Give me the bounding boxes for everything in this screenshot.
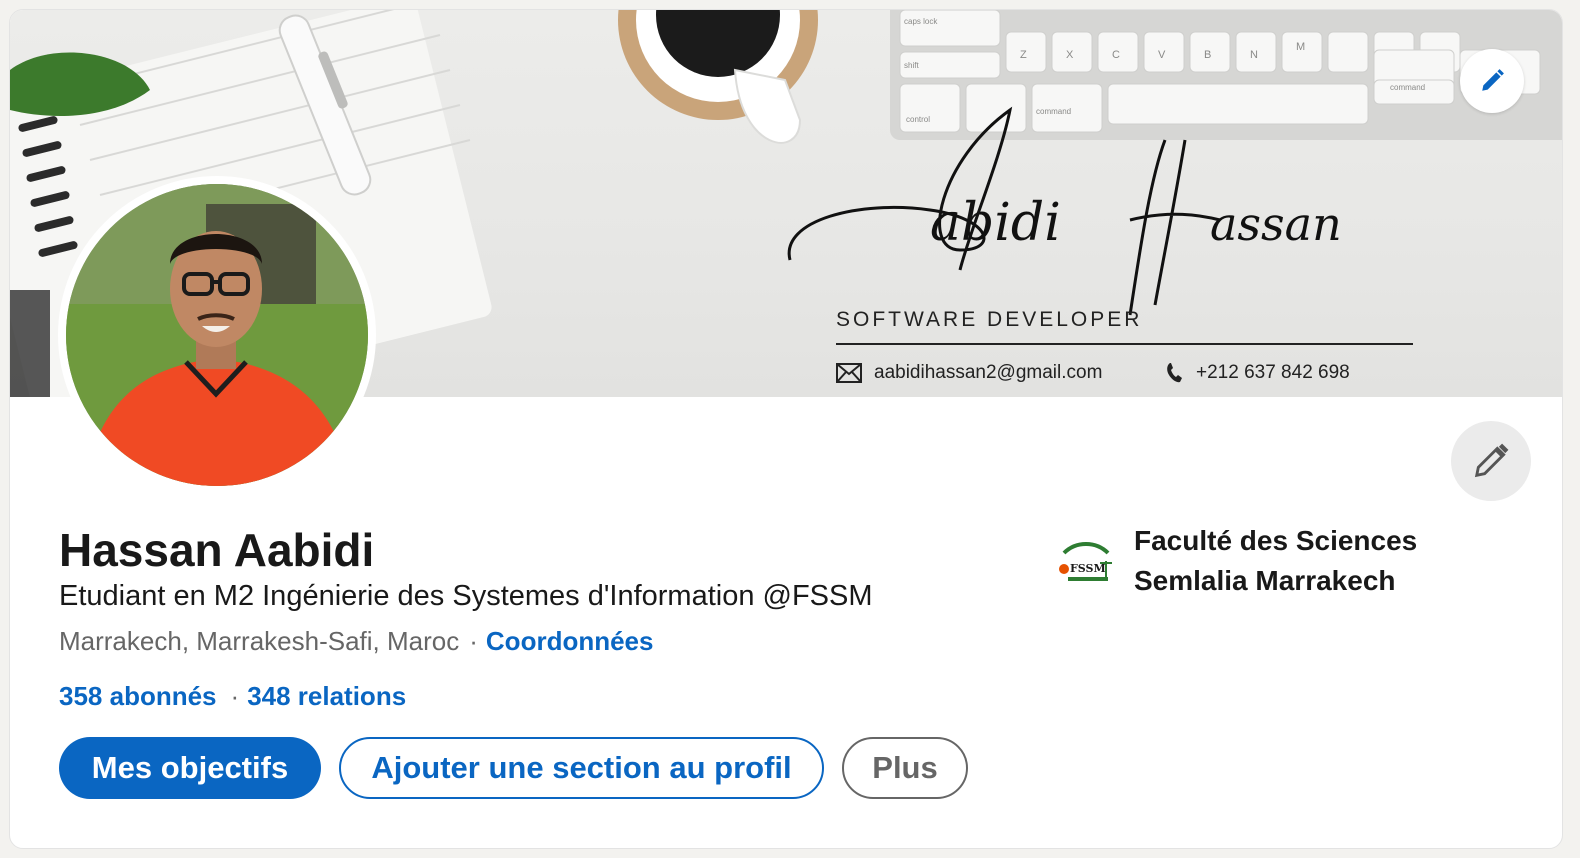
pencil-icon <box>1482 69 1504 91</box>
banner-role-text: SOFTWARE DEVELOPER <box>836 308 1143 331</box>
more-button[interactable]: Plus <box>842 737 968 799</box>
education-link[interactable]: FSSM Faculté des Sciences Semlalia Marra… <box>1056 521 1417 601</box>
profile-card: ZXC VBN M caps lock shift control comman… <box>9 9 1563 849</box>
svg-text:N: N <box>1250 49 1258 61</box>
svg-text:assan: assan <box>1210 197 1342 251</box>
network-row: 358 abonnés · 348 relations <box>59 681 406 712</box>
location-row: Marrakech, Marrakesh-Safi, Maroc · Coord… <box>59 626 653 657</box>
add-profile-section-button[interactable]: Ajouter une section au profil <box>339 737 824 799</box>
separator-dot: · <box>230 681 240 711</box>
svg-text:shift: shift <box>904 61 919 70</box>
connections-link[interactable]: 348 relations <box>247 681 406 712</box>
phone-icon <box>1167 363 1182 383</box>
banner-email-text: aabidihassan2@gmail.com <box>874 362 1103 383</box>
banner-email: aabidihassan2@gmail.com <box>836 362 1102 384</box>
svg-text:X: X <box>1066 49 1074 61</box>
education-text: Faculté des Sciences Semlalia Marrakech <box>1134 521 1417 601</box>
svg-text:caps lock: caps lock <box>904 17 938 26</box>
followers-link[interactable]: 358 abonnés <box>59 681 217 712</box>
profile-actions: Mes objectifs Ajouter une section au pro… <box>59 737 968 799</box>
edit-banner-button[interactable] <box>1460 49 1524 113</box>
banner-phone-text: +212 637 842 698 <box>1196 362 1350 383</box>
banner-phone: +212 637 842 698 <box>1166 362 1350 384</box>
profile-location: Marrakech, Marrakesh-Safi, Maroc <box>59 626 460 656</box>
signature-logo: abidi assan <box>787 106 1342 316</box>
open-to-button[interactable]: Mes objectifs <box>59 737 321 799</box>
pencil-icon <box>1474 443 1509 478</box>
envelope-icon <box>836 363 862 383</box>
fssm-logo: FSSM <box>1059 542 1112 581</box>
svg-text:abidi: abidi <box>930 193 1061 253</box>
avatar-image <box>66 184 368 486</box>
svg-text:M: M <box>1296 41 1305 53</box>
profile-name: Hassan Aabidi <box>59 524 375 576</box>
separator-dot: · <box>469 626 478 656</box>
svg-text:C: C <box>1112 49 1120 61</box>
education-line-2: Semlalia Marrakech <box>1134 565 1396 596</box>
profile-avatar[interactable] <box>58 176 376 494</box>
avatar-photo <box>66 184 368 486</box>
svg-text:Z: Z <box>1020 49 1027 61</box>
contact-info-link[interactable]: Coordonnées <box>486 626 654 657</box>
banner-divider <box>836 343 1413 345</box>
svg-text:B: B <box>1204 49 1211 61</box>
svg-text:command: command <box>1390 83 1425 92</box>
edit-intro-button[interactable] <box>1451 421 1531 501</box>
profile-headline: Etudiant en M2 Ingénierie des Systemes d… <box>59 580 873 612</box>
svg-text:V: V <box>1158 49 1166 61</box>
education-line-1: Faculté des Sciences <box>1134 525 1418 556</box>
